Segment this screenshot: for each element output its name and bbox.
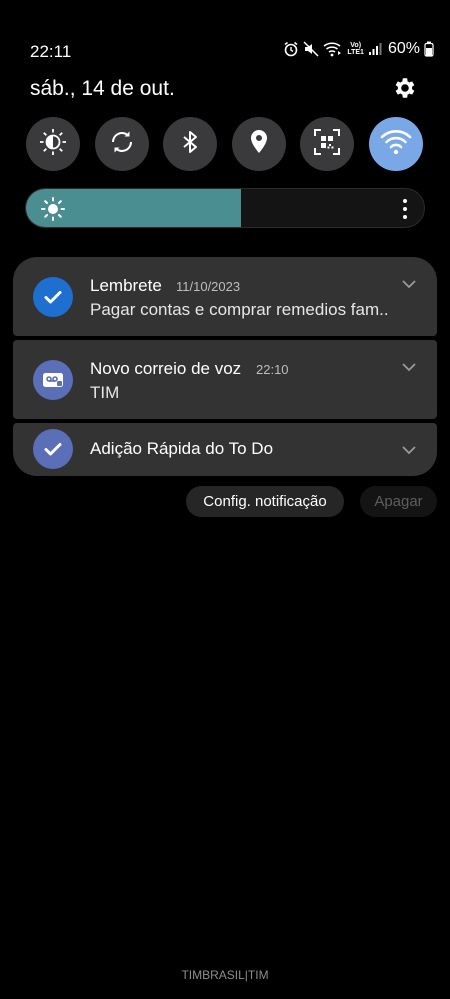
wifi-toggle[interactable] xyxy=(369,117,423,171)
gear-icon[interactable] xyxy=(391,75,417,101)
location-icon xyxy=(244,127,274,162)
volte-top-label: Vo) xyxy=(350,42,362,49)
notification-time: 22:10 xyxy=(256,362,289,377)
bluetooth-icon xyxy=(175,127,205,162)
chevron-down-icon[interactable] xyxy=(401,279,417,289)
notification-body: Pagar contas e comprar remedios fam.. xyxy=(90,300,389,319)
bluetooth-toggle[interactable] xyxy=(163,117,217,171)
mute-icon xyxy=(303,41,319,57)
date-label: sáb., 14 de out. xyxy=(30,77,175,100)
carrier-label: TIMBRASIL|TIM xyxy=(181,968,269,982)
battery-percent: 60% xyxy=(387,40,420,57)
clock: 22:11 xyxy=(30,42,72,61)
notification-app-name: Novo correio de voz xyxy=(90,359,242,378)
voicemail-icon xyxy=(33,360,73,400)
eye-comfort-icon xyxy=(38,127,68,162)
chevron-down-icon[interactable] xyxy=(401,445,417,455)
chevron-down-icon[interactable] xyxy=(401,362,417,372)
notification-settings-button[interactable]: Config. notificação xyxy=(186,486,344,517)
quick-settings-row xyxy=(26,117,424,171)
check-icon xyxy=(33,429,73,469)
alarm-icon xyxy=(283,41,299,57)
notification-app-name: Adição Rápida do To Do xyxy=(90,439,274,458)
brightness-slider[interactable] xyxy=(25,188,425,228)
check-icon xyxy=(33,277,73,317)
battery-icon xyxy=(424,41,434,57)
notification-time: 11/10/2023 xyxy=(176,279,241,294)
wifi-call-icon xyxy=(323,41,343,57)
notification-voicemail[interactable]: Novo correio de voz 22:10 TIM xyxy=(13,340,437,419)
volte-icon: Vo) LTE1 xyxy=(347,42,364,56)
qr-scanner-icon xyxy=(312,127,342,162)
volte-bottom-label: LTE1 xyxy=(347,49,364,56)
signal-icon xyxy=(368,42,382,56)
wifi-icon xyxy=(380,128,412,161)
auto-rotate-toggle[interactable] xyxy=(95,117,149,171)
location-toggle[interactable] xyxy=(232,117,286,171)
notification-body: TIM xyxy=(90,383,120,402)
more-options-icon[interactable] xyxy=(402,197,408,221)
clear-all-button[interactable]: Apagar xyxy=(360,486,437,517)
brightness-sun-icon xyxy=(40,196,66,227)
eye-comfort-toggle[interactable] xyxy=(26,117,80,171)
auto-rotate-icon xyxy=(107,127,137,162)
notification-app-name: Lembrete xyxy=(90,276,162,295)
notification-lembrete[interactable]: Lembrete 11/10/2023 Pagar contas e compr… xyxy=(13,257,437,336)
status-icons: Vo) LTE1 60% xyxy=(283,40,434,58)
notification-todo[interactable]: Adição Rápida do To Do xyxy=(13,423,437,476)
qr-scanner-toggle[interactable] xyxy=(300,117,354,171)
